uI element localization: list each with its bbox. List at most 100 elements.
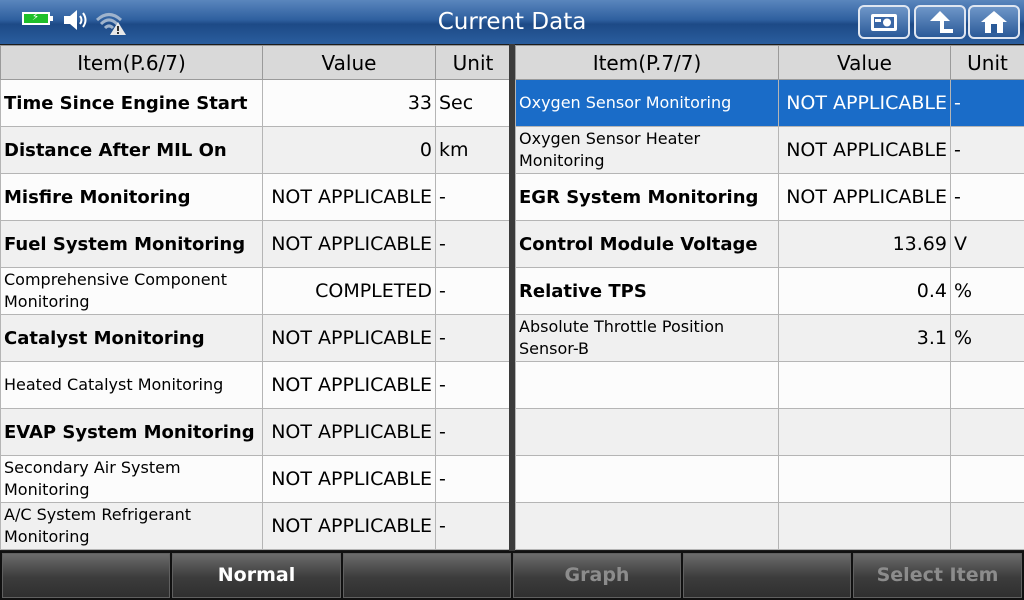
item-name: Relative TPS bbox=[515, 267, 779, 315]
item-value: NOT APPLICABLE bbox=[778, 126, 951, 174]
item-name: EGR System Monitoring bbox=[515, 173, 779, 221]
unit-column-header: Unit bbox=[950, 45, 1024, 80]
table-row[interactable]: Fuel System Monitoring NOT APPLICABLE - bbox=[0, 220, 511, 268]
table-row[interactable]: Absolute Throttle Position Sensor-B 3.1% bbox=[515, 314, 1024, 362]
table-row-empty bbox=[515, 455, 1024, 503]
table-row[interactable]: Time Since Engine Start 33 Sec bbox=[0, 79, 511, 127]
bottom-button-empty-3 bbox=[683, 553, 851, 598]
normal-button[interactable]: Normal bbox=[172, 553, 341, 598]
item-name: A/C System Refrigerant Monitoring bbox=[0, 502, 263, 550]
item-name: Secondary Air System Monitoring bbox=[0, 455, 263, 503]
item-value: 0 bbox=[262, 126, 436, 174]
item-value: NOT APPLICABLE bbox=[262, 502, 436, 550]
item-name bbox=[515, 408, 779, 456]
value-column-header: Value bbox=[778, 45, 951, 80]
item-value: 33 bbox=[262, 79, 436, 127]
item-unit: V bbox=[950, 220, 1024, 268]
table-row-selected[interactable]: Oxygen Sensor Monitoring NOT APPLICABLE - bbox=[515, 79, 1024, 127]
item-unit: km bbox=[435, 126, 511, 174]
item-unit: Sec bbox=[435, 79, 511, 127]
item-unit bbox=[950, 455, 1024, 503]
item-unit: % bbox=[950, 314, 1024, 362]
table-row[interactable]: EGR System Monitoring NOT APPLICABLE - bbox=[515, 173, 1024, 221]
table-row-empty bbox=[515, 502, 1024, 550]
home-icon bbox=[981, 11, 1007, 33]
item-value: 13.69 bbox=[778, 220, 951, 268]
title-bar: ⚡ Current Data bbox=[0, 0, 1024, 44]
item-value: NOT APPLICABLE bbox=[778, 173, 951, 221]
item-column-header: Item(P.6/7) bbox=[0, 45, 263, 80]
item-name bbox=[515, 361, 779, 409]
item-value bbox=[778, 502, 951, 550]
table-row[interactable]: Heated Catalyst Monitoring NOT APPLICABLE… bbox=[0, 361, 511, 409]
item-name bbox=[515, 502, 779, 550]
item-name: Time Since Engine Start bbox=[0, 79, 263, 127]
home-button[interactable] bbox=[968, 5, 1020, 39]
item-name: Heated Catalyst Monitoring bbox=[0, 361, 263, 409]
table-row-empty bbox=[515, 408, 1024, 456]
table-row[interactable]: Catalyst Monitoring NOT APPLICABLE - bbox=[0, 314, 511, 362]
table-row[interactable]: Distance After MIL On 0 km bbox=[0, 126, 511, 174]
item-name bbox=[515, 455, 779, 503]
item-name: Oxygen Sensor Monitoring bbox=[515, 79, 779, 127]
bottom-button-empty-1 bbox=[2, 553, 170, 598]
return-arrow-icon bbox=[930, 11, 953, 33]
item-name: Distance After MIL On bbox=[0, 126, 263, 174]
select-item-button[interactable]: Select Item bbox=[853, 553, 1022, 598]
bottom-button-empty-2 bbox=[343, 553, 511, 598]
item-name: Absolute Throttle Position Sensor-B bbox=[515, 314, 779, 362]
item-unit: - bbox=[435, 314, 511, 362]
table-row-empty bbox=[515, 361, 1024, 409]
item-unit: - bbox=[950, 173, 1024, 221]
table-row[interactable]: Relative TPS 0.4% bbox=[515, 267, 1024, 315]
item-value bbox=[778, 455, 951, 503]
item-value: NOT APPLICABLE bbox=[262, 455, 436, 503]
item-unit: % bbox=[950, 267, 1024, 315]
item-name: Misfire Monitoring bbox=[0, 173, 263, 221]
item-unit: - bbox=[435, 267, 511, 315]
table-row[interactable]: Oxygen Sensor Heater Monitoring NOT APPLI… bbox=[515, 126, 1024, 174]
item-name: Oxygen Sensor Heater Monitoring bbox=[515, 126, 779, 174]
item-value bbox=[778, 408, 951, 456]
item-value: COMPLETED bbox=[262, 267, 436, 315]
table-row[interactable]: Misfire Monitoring NOT APPLICABLE - bbox=[0, 173, 511, 221]
table-row[interactable]: Control Module Voltage 13.69 V bbox=[515, 220, 1024, 268]
screenshot-button[interactable] bbox=[858, 5, 910, 39]
left-data-table: Item(P.6/7) Value Unit Time Since Engine… bbox=[0, 45, 511, 550]
value-column-header: Value bbox=[262, 45, 436, 80]
item-value: NOT APPLICABLE bbox=[262, 361, 436, 409]
item-column-header: Item(P.7/7) bbox=[515, 45, 779, 80]
item-unit: - bbox=[435, 408, 511, 456]
item-name: Control Module Voltage bbox=[515, 220, 779, 268]
item-name: EVAP System Monitoring bbox=[0, 408, 263, 456]
table-row[interactable]: Comprehensive Component Monitoring COMPLE… bbox=[0, 267, 511, 315]
unit-column-header: Unit bbox=[435, 45, 511, 80]
item-unit: - bbox=[435, 502, 511, 550]
item-unit: - bbox=[950, 79, 1024, 127]
camera-icon bbox=[871, 14, 897, 31]
item-unit bbox=[950, 408, 1024, 456]
item-name: Fuel System Monitoring bbox=[0, 220, 263, 268]
item-unit: - bbox=[435, 220, 511, 268]
item-name: Comprehensive Component Monitoring bbox=[0, 267, 263, 315]
item-value: 3.1 bbox=[778, 314, 951, 362]
item-value: NOT APPLICABLE bbox=[262, 314, 436, 362]
back-button[interactable] bbox=[914, 5, 966, 39]
table-row[interactable]: A/C System Refrigerant Monitoring NOT APP… bbox=[0, 502, 511, 550]
table-row[interactable]: EVAP System Monitoring NOT APPLICABLE - bbox=[0, 408, 511, 456]
left-data-panel: Item(P.6/7) Value Unit Time Since Engine… bbox=[0, 45, 511, 550]
item-value: NOT APPLICABLE bbox=[778, 79, 951, 127]
item-unit bbox=[950, 361, 1024, 409]
bottom-toolbar: Normal Graph Select Item bbox=[0, 551, 1024, 600]
item-unit: - bbox=[950, 126, 1024, 174]
item-value: NOT APPLICABLE bbox=[262, 220, 436, 268]
item-value bbox=[778, 361, 951, 409]
item-value: 0.4 bbox=[778, 267, 951, 315]
item-unit: - bbox=[435, 455, 511, 503]
right-data-table: Item(P.7/7) Value Unit Oxygen Sensor Mon… bbox=[515, 45, 1024, 550]
table-row[interactable]: Secondary Air System Monitoring NOT APPLI… bbox=[0, 455, 511, 503]
right-data-panel: Item(P.7/7) Value Unit Oxygen Sensor Mon… bbox=[515, 45, 1024, 550]
item-unit bbox=[950, 502, 1024, 550]
graph-button[interactable]: Graph bbox=[513, 553, 681, 598]
item-unit: - bbox=[435, 361, 511, 409]
